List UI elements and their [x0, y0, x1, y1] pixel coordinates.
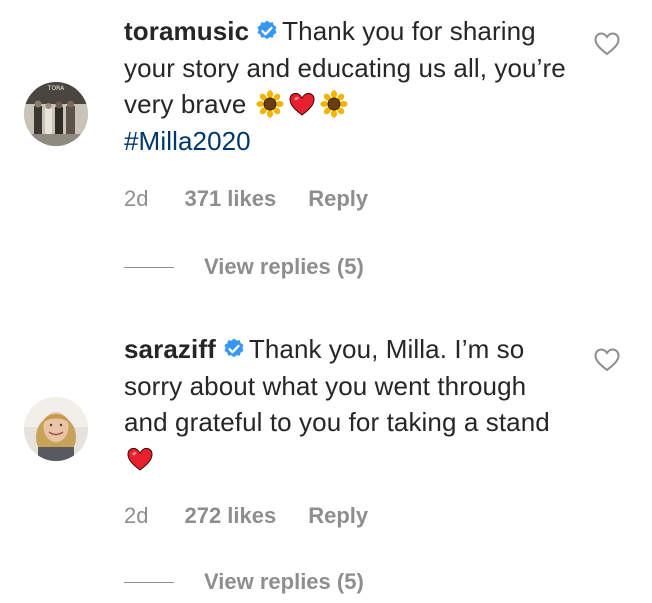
comment-username[interactable]: toramusic — [124, 16, 249, 46]
sunflower-emoji-icon — [256, 90, 284, 118]
replies-divider — [124, 581, 174, 583]
comment-username[interactable]: saraziff — [124, 334, 216, 364]
comment-body: toramusic Thank you for sharing your stor… — [124, 13, 574, 159]
comment-likes[interactable]: 272 likes — [184, 503, 276, 529]
view-replies-row[interactable]: View replies (5) — [124, 569, 364, 595]
verified-badge-icon — [222, 334, 246, 358]
comment-likes[interactable]: 371 likes — [184, 186, 276, 212]
comment-time: 2d — [124, 503, 149, 528]
sunflower-emoji-icon — [320, 90, 348, 118]
view-replies-button[interactable]: View replies (5) — [204, 254, 364, 280]
comment-body: saraziff Thank you, Milla. I’m so sorry a… — [124, 331, 574, 477]
avatar-photo — [24, 397, 88, 461]
red-heart-emoji-icon — [126, 445, 154, 473]
like-heart-icon[interactable] — [594, 348, 620, 372]
hashtag-link[interactable]: #Milla2020 — [124, 126, 251, 156]
reply-button[interactable]: Reply — [308, 503, 368, 529]
avatar[interactable] — [24, 397, 88, 461]
reply-button[interactable]: Reply — [308, 186, 368, 212]
replies-divider — [124, 266, 174, 268]
red-heart-emoji-icon — [288, 90, 316, 118]
view-replies-row[interactable]: View replies (5) — [124, 254, 364, 280]
avatar[interactable]: TORA — [24, 82, 88, 146]
verified-badge-icon — [255, 16, 279, 40]
comment-meta: 2d 272 likes Reply — [124, 503, 368, 529]
comment-time: 2d — [124, 186, 149, 211]
avatar-logo-text: TORA — [47, 85, 65, 92]
view-replies-button[interactable]: View replies (5) — [204, 569, 364, 595]
comment-meta: 2d 371 likes Reply — [124, 186, 368, 212]
like-heart-icon[interactable] — [594, 32, 620, 56]
